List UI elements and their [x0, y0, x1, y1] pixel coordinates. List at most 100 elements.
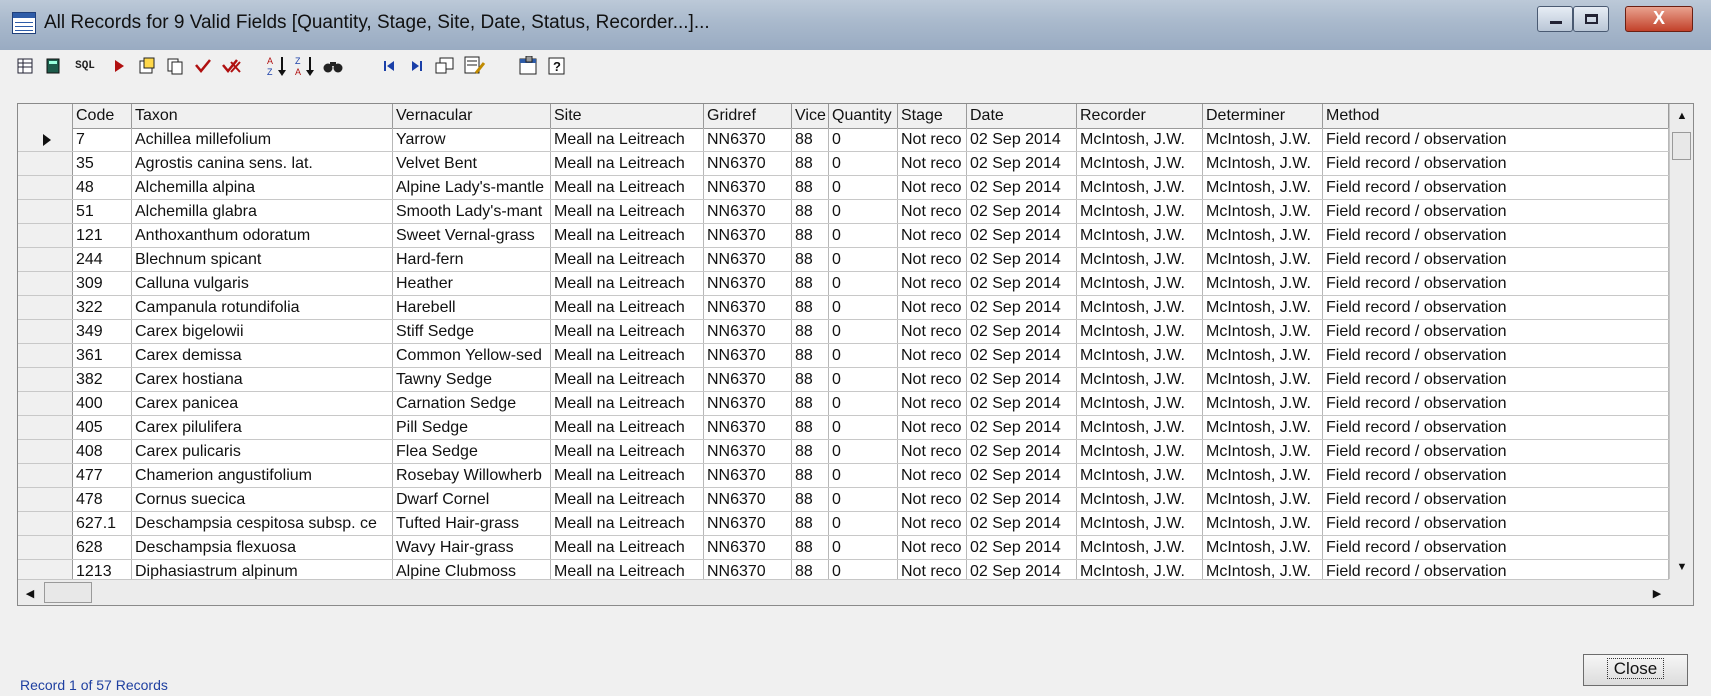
- cell-date[interactable]: 02 Sep 2014: [967, 272, 1077, 295]
- cell-date[interactable]: 02 Sep 2014: [967, 344, 1077, 367]
- cell-code[interactable]: 322: [73, 296, 132, 319]
- cell-stage[interactable]: Not reco: [898, 464, 967, 487]
- cell-determiner[interactable]: McIntosh, J.W.: [1203, 296, 1323, 319]
- cell-determiner[interactable]: McIntosh, J.W.: [1203, 416, 1323, 439]
- cell-determiner[interactable]: McIntosh, J.W.: [1203, 248, 1323, 271]
- cell-site[interactable]: Meall na Leitreach: [551, 440, 704, 463]
- cell-quantity[interactable]: 0: [829, 320, 898, 343]
- cell-method[interactable]: Field record / observation: [1323, 392, 1669, 415]
- cell-quantity[interactable]: 0: [829, 488, 898, 511]
- cell-gridref[interactable]: NN6370: [704, 392, 792, 415]
- table-row[interactable]: 349 Carex bigelowii Stiff Sedge Meall na Le…: [18, 320, 1669, 344]
- cell-determiner[interactable]: McIntosh, J.W.: [1203, 512, 1323, 535]
- cell-taxon[interactable]: Carex demissa: [132, 344, 393, 367]
- cell-site[interactable]: Meall na Leitreach: [551, 344, 704, 367]
- scroll-right-icon[interactable]: ▶: [1645, 580, 1669, 605]
- cell-method[interactable]: Field record / observation: [1323, 176, 1669, 199]
- table-row[interactable]: 7 Achillea millefolium Yarrow Meall na Leit…: [18, 128, 1669, 152]
- cell-quantity[interactable]: 0: [829, 200, 898, 223]
- cell-stage[interactable]: Not reco: [898, 488, 967, 511]
- close-button[interactable]: Close: [1583, 654, 1688, 686]
- cell-method[interactable]: Field record / observation: [1323, 488, 1669, 511]
- column-header-code[interactable]: Code: [73, 104, 132, 128]
- cell-code[interactable]: 478: [73, 488, 132, 511]
- cell-vice[interactable]: 88: [792, 368, 829, 391]
- cell-determiner[interactable]: McIntosh, J.W.: [1203, 536, 1323, 559]
- cell-determiner[interactable]: McIntosh, J.W.: [1203, 128, 1323, 151]
- cell-vernacular[interactable]: Stiff Sedge: [393, 320, 551, 343]
- records-grid[interactable]: Code Taxon Vernacular Site Gridref Vice Quanti…: [17, 103, 1694, 606]
- cell-determiner[interactable]: McIntosh, J.W.: [1203, 224, 1323, 247]
- sort-desc-icon[interactable]: ZA: [294, 55, 316, 77]
- cell-recorder[interactable]: McIntosh, J.W.: [1077, 320, 1203, 343]
- cell-quantity[interactable]: 0: [829, 464, 898, 487]
- cell-code[interactable]: 51: [73, 200, 132, 223]
- cell-date[interactable]: 02 Sep 2014: [967, 200, 1077, 223]
- cell-date[interactable]: 02 Sep 2014: [967, 416, 1077, 439]
- cell-date[interactable]: 02 Sep 2014: [967, 440, 1077, 463]
- cell-gridref[interactable]: NN6370: [704, 416, 792, 439]
- cell-recorder[interactable]: McIntosh, J.W.: [1077, 200, 1203, 223]
- row-selector[interactable]: [18, 536, 73, 559]
- cell-recorder[interactable]: McIntosh, J.W.: [1077, 224, 1203, 247]
- cell-method[interactable]: Field record / observation: [1323, 152, 1669, 175]
- cell-vernacular[interactable]: Wavy Hair-grass: [393, 536, 551, 559]
- row-selector[interactable]: [18, 128, 73, 151]
- cell-code[interactable]: 361: [73, 344, 132, 367]
- column-header-stage[interactable]: Stage: [898, 104, 967, 128]
- column-header-date[interactable]: Date: [967, 104, 1077, 128]
- cell-gridref[interactable]: NN6370: [704, 440, 792, 463]
- copy-icon[interactable]: [164, 55, 186, 77]
- cell-date[interactable]: 02 Sep 2014: [967, 320, 1077, 343]
- cell-vernacular[interactable]: Yarrow: [393, 128, 551, 151]
- cell-gridref[interactable]: NN6370: [704, 368, 792, 391]
- cell-taxon[interactable]: Carex panicea: [132, 392, 393, 415]
- cell-method[interactable]: Field record / observation: [1323, 320, 1669, 343]
- cell-taxon[interactable]: Calluna vulgaris: [132, 272, 393, 295]
- cell-vernacular[interactable]: Tufted Hair-grass: [393, 512, 551, 535]
- table-row[interactable]: 244 Blechnum spicant Hard-fern Meall na Lei…: [18, 248, 1669, 272]
- cell-quantity[interactable]: 0: [829, 512, 898, 535]
- row-selector[interactable]: [18, 416, 73, 439]
- cell-quantity[interactable]: 0: [829, 224, 898, 247]
- cell-code[interactable]: 35: [73, 152, 132, 175]
- table-row[interactable]: 382 Carex hostiana Tawny Sedge Meall na Lei…: [18, 368, 1669, 392]
- cell-taxon[interactable]: Carex pilulifera: [132, 416, 393, 439]
- table-row[interactable]: 627.1 Deschampsia cespitosa subsp. ce Tuft…: [18, 512, 1669, 536]
- scroll-up-icon[interactable]: ▲: [1670, 104, 1693, 128]
- cell-gridref[interactable]: NN6370: [704, 536, 792, 559]
- cell-stage[interactable]: Not reco: [898, 536, 967, 559]
- cell-date[interactable]: 02 Sep 2014: [967, 224, 1077, 247]
- cell-gridref[interactable]: NN6370: [704, 344, 792, 367]
- scroll-left-icon[interactable]: ◀: [18, 580, 42, 605]
- new-icon[interactable]: [136, 55, 158, 77]
- row-selector[interactable]: [18, 272, 73, 295]
- cell-vice[interactable]: 88: [792, 344, 829, 367]
- cell-quantity[interactable]: 0: [829, 176, 898, 199]
- cell-quantity[interactable]: 0: [829, 152, 898, 175]
- cell-taxon[interactable]: Anthoxanthum odoratum: [132, 224, 393, 247]
- vertical-scroll-thumb[interactable]: [1672, 132, 1691, 160]
- cell-vice[interactable]: 88: [792, 440, 829, 463]
- cell-code[interactable]: 628: [73, 536, 132, 559]
- cell-method[interactable]: Field record / observation: [1323, 200, 1669, 223]
- cell-recorder[interactable]: McIntosh, J.W.: [1077, 464, 1203, 487]
- cell-gridref[interactable]: NN6370: [704, 176, 792, 199]
- row-selector[interactable]: [18, 392, 73, 415]
- cell-taxon[interactable]: Carex hostiana: [132, 368, 393, 391]
- cell-stage[interactable]: Not reco: [898, 368, 967, 391]
- cell-stage[interactable]: Not reco: [898, 176, 967, 199]
- cell-gridref[interactable]: NN6370: [704, 488, 792, 511]
- cell-date[interactable]: 02 Sep 2014: [967, 128, 1077, 151]
- row-selector[interactable]: [18, 440, 73, 463]
- cell-method[interactable]: Field record / observation: [1323, 224, 1669, 247]
- cell-quantity[interactable]: 0: [829, 296, 898, 319]
- cell-quantity[interactable]: 0: [829, 392, 898, 415]
- cell-determiner[interactable]: McIntosh, J.W.: [1203, 152, 1323, 175]
- table-icon[interactable]: [14, 55, 36, 77]
- cell-stage[interactable]: Not reco: [898, 512, 967, 535]
- cell-gridref[interactable]: NN6370: [704, 248, 792, 271]
- cell-recorder[interactable]: McIntosh, J.W.: [1077, 416, 1203, 439]
- maximize-button[interactable]: [1573, 6, 1609, 32]
- cell-determiner[interactable]: McIntosh, J.W.: [1203, 368, 1323, 391]
